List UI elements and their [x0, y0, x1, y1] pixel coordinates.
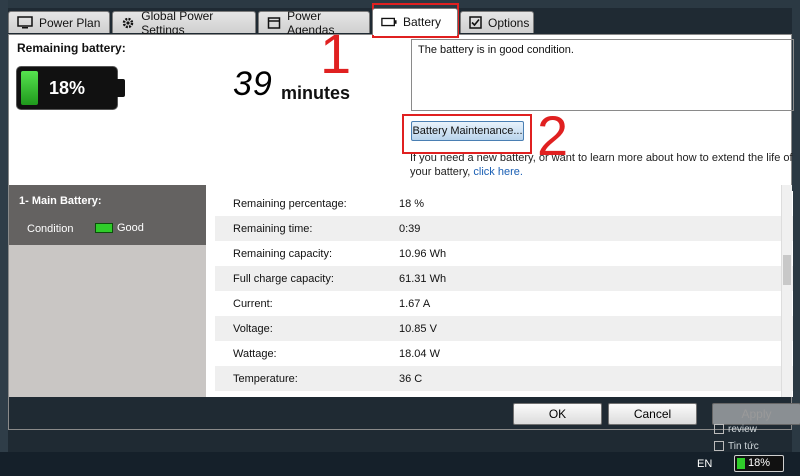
remaining-time-value: 39	[233, 65, 273, 103]
gear-icon	[121, 16, 135, 30]
battery-list-panel: 1- Main Battery: Condition Good	[9, 185, 206, 429]
detail-label: Current:	[233, 297, 273, 310]
checkbox-icon	[714, 441, 724, 452]
detail-value: 18.04 W	[399, 347, 440, 360]
checkbox-icon	[714, 424, 724, 435]
click-here-link[interactable]: click here.	[473, 166, 523, 178]
background-item: Tin tức	[714, 441, 759, 452]
table-row: Remaining percentage: 18 %	[215, 191, 793, 216]
tray-battery-icon[interactable]: 18%	[734, 455, 784, 472]
ok-button[interactable]: OK	[513, 403, 602, 425]
background-item: review	[714, 424, 759, 435]
battery-status-box: The battery is in good condition.	[411, 39, 794, 111]
tab-bar: Power Plan Global Power Settings Power A…	[8, 8, 792, 37]
scrollbar-thumb[interactable]	[783, 255, 791, 285]
tab-label: Power Plan	[39, 15, 101, 30]
table-row: Remaining time: 0:39	[215, 216, 793, 241]
checkbox-icon	[469, 16, 482, 30]
tab-label: Global Power Settings	[141, 8, 214, 37]
cancel-button[interactable]: Cancel	[608, 403, 697, 425]
detail-value: 0:39	[399, 222, 421, 235]
tab-battery[interactable]: Battery	[372, 8, 458, 35]
battery-window: Remaining battery: 18% 39 minutes The ba…	[8, 34, 800, 430]
condition-value: Good	[117, 222, 144, 234]
detail-label: Full charge capacity:	[233, 272, 334, 285]
tray-battery-text: 18%	[747, 457, 771, 469]
help-text: If you need a new battery, or want to le…	[410, 151, 794, 179]
detail-value: 36 C	[399, 372, 423, 385]
taskbar: EN 18%	[0, 452, 800, 476]
battery-list-title: 1- Main Battery:	[19, 195, 102, 207]
condition-label: Condition	[27, 223, 74, 235]
detail-label: Temperature:	[233, 372, 298, 385]
annotation-number-2: 2	[537, 104, 569, 167]
background-window-peek: review Tin tức	[714, 424, 759, 452]
detail-label: Remaining percentage:	[233, 197, 347, 210]
annotation-box-2	[402, 114, 532, 154]
details-scrollbar[interactable]	[781, 185, 792, 397]
tab-global-power-settings[interactable]: Global Power Settings	[112, 9, 256, 37]
battery-details-table: Remaining percentage: 18 % Remaining tim…	[215, 191, 793, 397]
table-row: Current: 1.67 A	[215, 291, 793, 316]
detail-label: Remaining capacity:	[233, 247, 333, 260]
table-row: Voltage: 10.85 V	[215, 316, 793, 341]
tab-options[interactable]: Options	[460, 11, 534, 33]
monitor-icon	[17, 16, 33, 30]
dialog-button-bar: OK Cancel Apply	[9, 397, 800, 429]
remaining-battery-label: Remaining battery:	[17, 41, 126, 55]
table-row: Wattage: 18.04 W	[215, 341, 793, 366]
battery-status-message: The battery is in good condition.	[418, 44, 574, 56]
detail-value: 61.31 Wh	[399, 272, 447, 285]
detail-value: 1.67 A	[399, 297, 431, 310]
detail-value: 10.96 Wh	[399, 247, 447, 260]
tab-label: Options	[488, 15, 530, 30]
battery-percent: 18%	[48, 78, 86, 98]
battery-gauge: 18%	[17, 67, 125, 109]
detail-label: Remaining time:	[233, 222, 313, 235]
battery-condition-icon	[95, 223, 113, 233]
detail-value: 10.85 V	[399, 322, 437, 335]
table-row: Remaining capacity: 10.96 Wh	[215, 241, 793, 266]
detail-label: Wattage:	[233, 347, 277, 360]
tab-power-agendas[interactable]: Power Agendas	[258, 9, 370, 37]
apply-button[interactable]: Apply	[712, 403, 800, 425]
tab-power-plan[interactable]: Power Plan	[8, 11, 110, 33]
table-row: Temperature: 36 C	[215, 366, 793, 391]
battery-gauge-tip	[117, 79, 125, 97]
battery-list-item-main[interactable]: 1- Main Battery: Condition Good	[9, 185, 206, 245]
remaining-time-unit: minutes	[281, 83, 351, 103]
annotation-number-1: 1	[320, 22, 352, 85]
frame-left	[0, 0, 8, 476]
tab-label: Battery	[403, 15, 442, 29]
battery-icon	[381, 15, 397, 29]
help-text-body: If you need a new battery, or want to le…	[410, 152, 793, 178]
language-indicator[interactable]: EN	[697, 458, 712, 470]
detail-value: 18 %	[399, 197, 425, 210]
detail-label: Voltage:	[233, 322, 273, 335]
table-row: Full charge capacity: 61.31 Wh	[215, 266, 793, 291]
power-agenda-icon	[267, 16, 281, 30]
battery-summary-panel: Remaining battery: 18% 39 minutes The ba…	[9, 35, 794, 185]
